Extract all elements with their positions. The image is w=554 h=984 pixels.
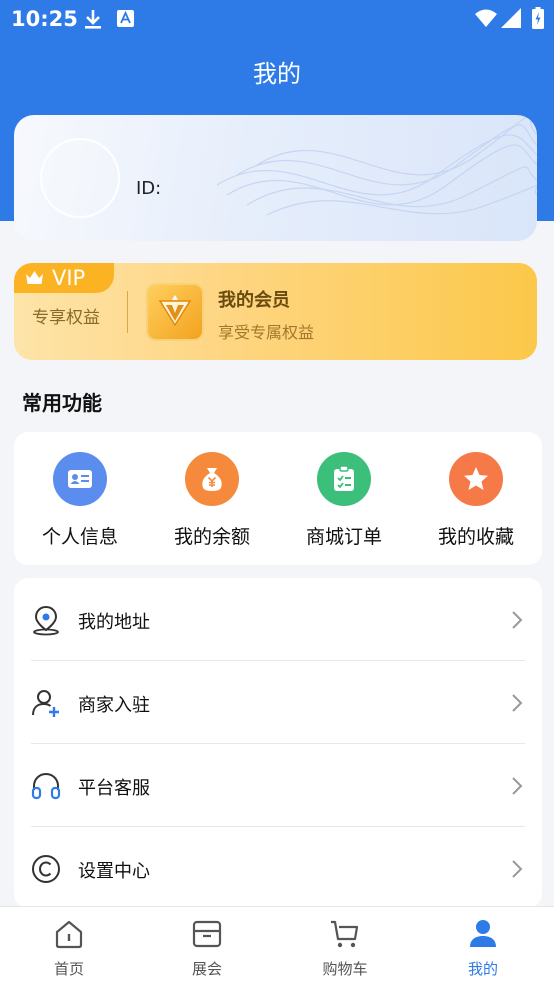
common-functions-card: 个人信息 我的余额 商城订单 我的收藏 — [14, 432, 542, 565]
settings-c-icon — [32, 855, 60, 883]
exhibition-box-icon — [192, 920, 222, 948]
wifi-icon — [475, 9, 497, 27]
settings-menu-card: 我的地址 商家入驻 平台客服 设置中心 — [14, 578, 542, 908]
user-id-label: ID: — [136, 178, 162, 199]
tab-mine[interactable]: 我的 — [414, 907, 552, 984]
function-label: 我的余额 — [173, 526, 250, 548]
vip-title: 我的会员 — [218, 290, 290, 311]
chevron-right-icon — [512, 694, 523, 712]
app-notification-icon — [117, 10, 134, 27]
menu-item-customer-service[interactable]: 平台客服 — [14, 744, 542, 827]
chevron-right-icon — [512, 611, 523, 629]
headphones-icon — [31, 772, 61, 800]
vip-subtitle: 享受专属权益 — [218, 323, 315, 342]
vip-badge: VIP — [14, 263, 114, 293]
function-mall-orders[interactable]: 商城订单 — [278, 432, 410, 565]
function-label: 我的收藏 — [437, 526, 514, 548]
function-my-balance[interactable]: 我的余额 — [146, 432, 278, 565]
crown-icon — [26, 271, 43, 284]
tab-label: 展会 — [191, 960, 222, 978]
function-personal-info[interactable]: 个人信息 — [14, 432, 146, 565]
vip-badge-label: VIP — [52, 266, 86, 290]
status-time: 10:25 — [11, 7, 78, 31]
function-label: 商城订单 — [305, 526, 382, 548]
menu-item-label: 设置中心 — [78, 861, 150, 882]
avatar[interactable] — [40, 138, 120, 218]
function-label: 个人信息 — [41, 526, 118, 548]
page-title: 我的 — [253, 60, 301, 88]
tab-cart[interactable]: 购物车 — [276, 907, 414, 984]
menu-item-merchant-join[interactable]: 商家入驻 — [14, 661, 542, 744]
tab-label: 购物车 — [322, 960, 368, 978]
clipboard-icon — [317, 452, 371, 506]
user-add-icon — [32, 690, 59, 717]
download-icon — [85, 10, 101, 29]
user-icon — [470, 920, 496, 947]
bottom-tab-bar: 首页 展会 购物车 我的 — [0, 906, 554, 984]
common-functions-title: 常用功能 — [22, 391, 102, 415]
signal-icon — [501, 8, 521, 28]
function-my-favorites[interactable]: 我的收藏 — [410, 432, 542, 565]
menu-item-label: 平台客服 — [78, 778, 150, 799]
profile-card[interactable]: ID: — [14, 115, 537, 241]
location-pin-icon — [33, 605, 59, 636]
tab-label: 我的 — [467, 960, 498, 978]
menu-item-label: 我的地址 — [78, 612, 150, 633]
cart-icon — [331, 920, 359, 948]
battery-icon — [532, 7, 544, 29]
id-card-icon — [53, 452, 107, 506]
chevron-right-icon — [512, 777, 523, 795]
vip-membership-card[interactable]: VIP 专享权益 我的会员 享受专属权益 — [14, 263, 537, 360]
tab-home[interactable]: 首页 — [0, 907, 138, 984]
wave-decoration — [217, 115, 537, 216]
chevron-right-icon — [512, 860, 523, 878]
vip-logo-icon — [146, 283, 204, 341]
tab-exhibition[interactable]: 展会 — [138, 907, 276, 984]
home-icon — [55, 920, 83, 949]
menu-item-my-address[interactable]: 我的地址 — [14, 578, 542, 661]
status-bar: 10:25 — [0, 0, 554, 40]
money-bag-icon — [185, 452, 239, 506]
vip-privilege-label: 专享权益 — [32, 308, 100, 328]
menu-item-label: 商家入驻 — [78, 695, 150, 716]
menu-item-settings-center[interactable]: 设置中心 — [14, 827, 542, 908]
star-icon — [449, 452, 503, 506]
vip-divider — [127, 291, 128, 333]
tab-label: 首页 — [53, 960, 84, 978]
